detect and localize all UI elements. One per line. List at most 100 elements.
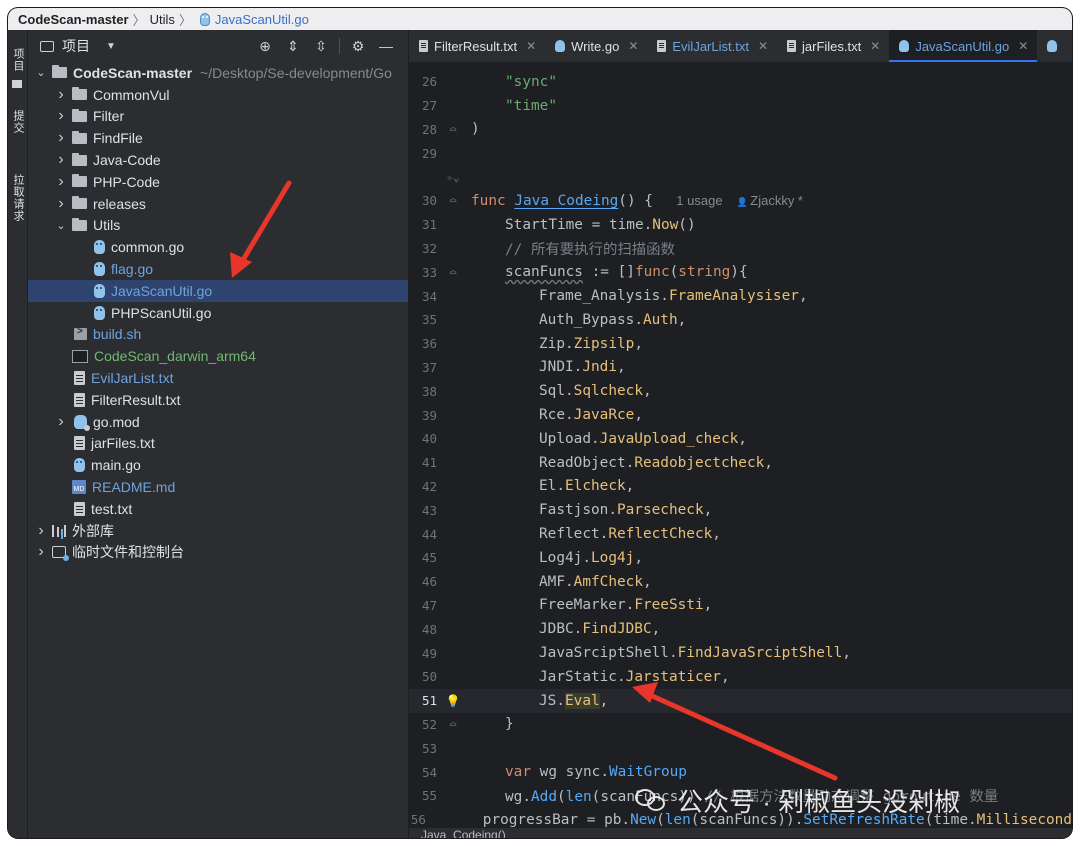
function-breadcrumb[interactable]: Java_Codeing() xyxy=(421,828,506,838)
author-inlay-hint[interactable]: 👤 Zjackky * xyxy=(737,193,803,208)
minimize-icon[interactable]: — xyxy=(372,38,400,54)
code-line[interactable]: ✧⌄ xyxy=(409,165,1072,189)
code-line[interactable]: 45 Log4j.Log4j, xyxy=(409,546,1072,570)
code-line[interactable]: 26 "sync" xyxy=(409,70,1072,94)
chevron-right-icon[interactable]: › xyxy=(34,522,48,540)
close-icon[interactable]: ✕ xyxy=(628,39,638,53)
lightbulb-icon[interactable]: 💡 xyxy=(439,694,467,708)
editor-tab[interactable]: EvilJarList.txt ✕ xyxy=(647,30,777,62)
tree-item[interactable]: jarFiles.txt xyxy=(28,433,408,455)
usages-inlay-hint[interactable]: 1 usage xyxy=(676,193,722,208)
code-line[interactable]: 47 FreeMarker.FreeSsti, xyxy=(409,594,1072,618)
tree-item[interactable]: › 临时文件和控制台 xyxy=(28,542,408,564)
chevron-right-icon[interactable]: › xyxy=(54,413,68,431)
close-icon[interactable]: ✕ xyxy=(870,39,880,53)
code-line[interactable]: 33 ⌓ scanFuncs := []func(string){ xyxy=(409,260,1072,284)
code-line[interactable]: 44 Reflect.ReflectCheck, xyxy=(409,522,1072,546)
ai-assistant-icon[interactable]: ✧⌄ xyxy=(439,171,467,184)
chevron-down-icon[interactable]: ⌄ xyxy=(34,66,48,79)
tree-item[interactable]: › PHP-Code xyxy=(28,171,408,193)
close-icon[interactable]: ✕ xyxy=(758,39,768,53)
gear-icon[interactable]: ⚙ xyxy=(344,38,372,55)
tree-item[interactable]: FilterResult.txt xyxy=(28,389,408,411)
collapse-all-icon[interactable]: ⇳ xyxy=(307,38,335,55)
project-panel-title[interactable]: 项目 xyxy=(62,36,90,56)
code-line[interactable]: 49 JavaSrciptShell.FindJavaSrciptShell, xyxy=(409,641,1072,665)
commit-tool-button[interactable]: 提交 xyxy=(9,110,26,134)
code-line[interactable]: 27 "time" xyxy=(409,94,1072,118)
tree-item[interactable]: MD README.md xyxy=(28,476,408,498)
code-line[interactable]: 36 Zip.Zipsilp, xyxy=(409,332,1072,356)
tree-item[interactable]: EvilJarList.txt xyxy=(28,367,408,389)
tree-item[interactable]: › 外部库 xyxy=(28,520,408,542)
code-line[interactable]: 32 // 所有要执行的扫描函数 xyxy=(409,237,1072,261)
code-text: "sync" xyxy=(467,74,557,90)
tree-item[interactable]: PHPScanUtil.go xyxy=(28,302,408,324)
fold-marker-icon[interactable]: ⌓ xyxy=(439,123,467,136)
code-line[interactable]: 43 Fastjson.Parsecheck, xyxy=(409,498,1072,522)
code-line[interactable]: 28 ⌓) xyxy=(409,118,1072,142)
code-line[interactable]: 48 JDBC.FindJDBC, xyxy=(409,617,1072,641)
code-token: } xyxy=(505,716,514,733)
tree-item[interactable]: › Java-Code xyxy=(28,149,408,171)
editor-tab[interactable]: jarFiles.txt ✕ xyxy=(777,30,889,62)
tree-item[interactable]: ⌄ CodeScan-master ~/Desktop/Se-development… xyxy=(28,62,408,84)
editor-tab[interactable]: JavaScanUtil.go ✕ xyxy=(889,30,1038,62)
code-line[interactable]: 39 Rce.JavaRce, xyxy=(409,403,1072,427)
chevron-right-icon[interactable]: › xyxy=(54,107,68,125)
tree-item[interactable]: common.go xyxy=(28,236,408,258)
close-icon[interactable]: ✕ xyxy=(526,39,536,53)
chevron-right-icon[interactable]: › xyxy=(54,129,68,147)
fold-marker-icon[interactable]: ⌓ xyxy=(439,266,467,279)
breadcrumb-folder[interactable]: Utils xyxy=(150,12,175,27)
editor-tab[interactable]: FilterResult.txt ✕ xyxy=(409,30,545,62)
tree-item[interactable]: › FindFile xyxy=(28,127,408,149)
tree-item[interactable]: › go.mod xyxy=(28,411,408,433)
breadcrumb-project[interactable]: CodeScan-master xyxy=(18,12,129,27)
tree-item[interactable]: JavaScanUtil.go xyxy=(28,279,408,302)
code-line[interactable]: 41 ReadObject.Readobjectcheck, xyxy=(409,451,1072,475)
close-icon[interactable]: ✕ xyxy=(1018,39,1028,53)
chevron-right-icon[interactable]: › xyxy=(34,543,48,561)
tree-item[interactable]: main.go xyxy=(28,454,408,476)
breadcrumb-file[interactable]: JavaScanUtil.go xyxy=(215,12,309,27)
tree-item[interactable]: › releases xyxy=(28,193,408,215)
code-line[interactable]: 51 💡 JS.Eval, xyxy=(409,688,1072,713)
chevron-down-icon[interactable]: ▼ xyxy=(106,41,116,52)
tree-item[interactable]: CodeScan_darwin_arm64 xyxy=(28,345,408,367)
chevron-right-icon[interactable]: › xyxy=(54,173,68,191)
code-line[interactable]: 52 ⌓} xyxy=(409,713,1072,737)
code-line[interactable]: 38 Sql.Sqlcheck, xyxy=(409,379,1072,403)
code-line[interactable]: 46 AMF.AmfCheck, xyxy=(409,570,1072,594)
chevron-down-icon[interactable]: ⌄ xyxy=(54,219,68,232)
project-tool-button[interactable]: 项目 xyxy=(9,48,26,72)
code-line[interactable]: 42 El.Elcheck, xyxy=(409,475,1072,499)
tree-item[interactable]: test.txt xyxy=(28,498,408,520)
editor-tab[interactable]: Write.go ✕ xyxy=(545,30,647,62)
tree-item[interactable]: › CommonVul xyxy=(28,84,408,106)
tree-item[interactable]: ⌄ Utils xyxy=(28,215,408,237)
chevron-right-icon[interactable]: › xyxy=(54,86,68,104)
code-line[interactable]: 50 JarStatic.Jarstaticer, xyxy=(409,665,1072,689)
code-line[interactable]: 35 Auth_Bypass.Auth, xyxy=(409,308,1072,332)
fold-marker-icon[interactable]: ⌓ xyxy=(439,718,467,731)
fold-marker-icon[interactable]: ⌓ xyxy=(439,194,467,207)
code-line[interactable]: 37 JNDI.Jndi, xyxy=(409,356,1072,380)
expand-all-icon[interactable]: ⇕ xyxy=(279,38,307,55)
pull-requests-tool-button[interactable]: 拉取请求 xyxy=(9,174,26,222)
more-tabs-go-icon[interactable] xyxy=(1037,30,1072,62)
code-line[interactable]: 53 xyxy=(409,736,1072,760)
tree-item[interactable]: build.sh xyxy=(28,324,408,346)
chevron-right-icon[interactable]: › xyxy=(54,151,68,169)
code-line[interactable]: 29 xyxy=(409,141,1072,165)
code-line[interactable]: 54 var wg sync.WaitGroup xyxy=(409,760,1072,784)
code-line[interactable]: 31 StartTime = time.Now() xyxy=(409,213,1072,237)
tree-item[interactable]: › Filter xyxy=(28,106,408,128)
code-line[interactable]: 34 Frame_Analysis.FrameAnalysiser, xyxy=(409,284,1072,308)
chevron-right-icon[interactable]: › xyxy=(54,195,68,213)
code-line[interactable]: 30 ⌓ func Java_Codeing() { 1 usage 👤 Zjackk… xyxy=(409,189,1072,213)
code-line[interactable]: 40 Upload.JavaUpload_check, xyxy=(409,427,1072,451)
locate-file-icon[interactable]: ⊕ xyxy=(251,38,279,55)
tree-item[interactable]: flag.go xyxy=(28,258,408,280)
code-editor[interactable]: 26 "sync" 27 "time" 28 ⌓) 29 ✧⌄ 30 ⌓ func Java_Cod… xyxy=(409,63,1072,828)
